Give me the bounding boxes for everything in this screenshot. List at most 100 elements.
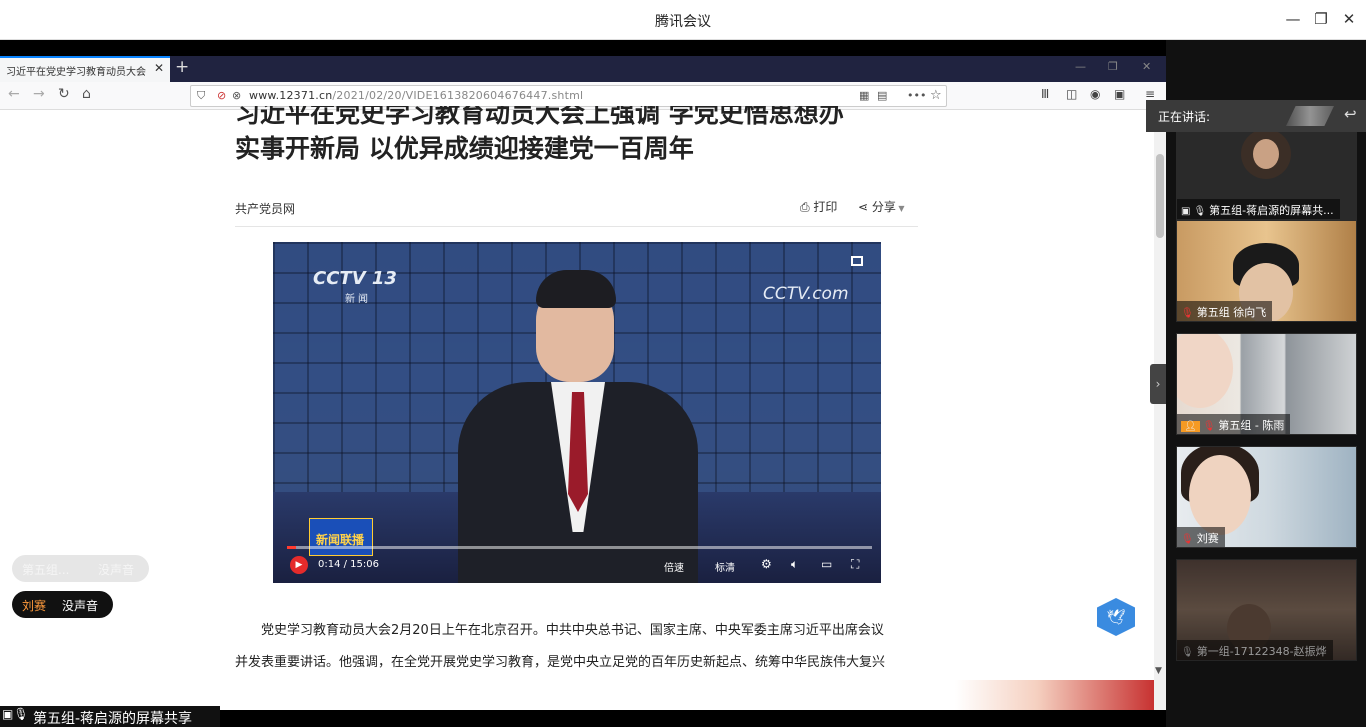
participant-tile-2[interactable]: 🎙︎ 第五组 徐向飞 [1176,220,1357,322]
library-icon[interactable]: Ⅲ [1041,87,1049,101]
home-button[interactable]: ⌂ [82,86,91,102]
back-button[interactable]: ← [8,86,20,102]
now-speaking-bar: 正在讲话: ↩ [1146,100,1366,132]
article-source: 共产党员网 [235,202,296,216]
participant-label: 🎙︎ 第五组 徐向飞 [1177,301,1273,321]
participant-face [1177,334,1233,408]
footer-banner [955,680,1160,710]
headline-line-1: 习近平在党史学习教育动员大会上强调 学党史悟思想办 [235,106,844,128]
volume-icon[interactable]: 🔈︎ [791,557,798,572]
url-text[interactable]: www.12371.cn/2021/02/20/VIDE161382060467… [249,89,583,102]
mic-muted-icon: 🎙︎ [1181,308,1194,319]
article-paragraph-line-1: 党史学习教育动员大会2月20日上午在北京召开。中共中央总书记、国家主席、中央军委… [261,623,884,638]
faded-speaker-state: 没声音 [98,563,135,577]
browser-maximize-button[interactable]: ❐ [1108,60,1118,73]
page-actions-icon[interactable]: ••• [907,89,926,102]
url-path: /2021/02/20/VIDE1613820604676447.shtml [332,89,584,102]
print-label: 打印 [813,200,838,214]
mic-muted-icon: 🎙︎ [1181,534,1194,545]
microphone-icon: 🎙︎ [1193,206,1207,217]
cctv13-logo: CCTV 13 [313,268,397,289]
meta-divider [235,226,918,227]
participant-face [1253,139,1279,169]
reload-button[interactable]: ↻ [58,86,70,102]
article-paragraph-line-2: 并发表重要讲话。他强调，在全党开展党史学习教育，是党中央立足党的百年历史新起点、… [235,655,886,670]
video-progress-bar[interactable] [287,546,872,549]
minimize-button[interactable]: — [1283,10,1303,28]
tab-title: 习近平在党史学习教育动员大会上强调 学党史悟思想办实事开新局 [6,67,146,78]
new-tab-button[interactable]: + [175,57,189,77]
return-icon[interactable]: ↩ [1344,105,1357,123]
speed-button[interactable]: 倍速 [664,559,684,574]
headline-line-2: 实事开新局 以优异成绩迎接建党一百周年 [235,134,694,163]
speaker-name: 刘赛 [22,599,47,613]
sidebar-icon[interactable]: ◫ [1066,87,1077,101]
close-button[interactable]: ✕ [1339,10,1359,28]
picture-in-picture-icon[interactable] [851,256,863,266]
participant-tile-3[interactable]: 👤︎ 🎙︎ 第五组 - 陈雨 [1176,333,1357,435]
shared-screen-browser: 习近平在党史学习教育动员大会上强调 学党史悟思想办实事开新局 ✕ + — ❐ ✕… [0,56,1166,710]
settings-icon[interactable]: ⚙ [761,557,772,571]
menu-icon[interactable]: ≡ [1145,87,1155,101]
maximize-button[interactable]: ❐ [1311,10,1331,28]
tab-close-icon[interactable]: ✕ [154,61,164,75]
browser-minimize-button[interactable]: — [1075,60,1086,73]
faded-speaker-name: 第五组... [22,563,70,577]
bookmark-star-icon[interactable]: ☆ [930,88,942,103]
extension-icon[interactable]: ▣ [1114,87,1125,101]
video-time: 0:14 / 15:06 [318,559,380,570]
url-bar[interactable]: ⛉ ⊘ ⊗ www.12371.cn/2021/02/20/VIDE161382… [190,85,947,107]
mic-muted-icon: 🎙︎ [1181,647,1194,658]
page-scrollbar[interactable]: ▼ [1154,110,1166,710]
article-headline: 习近平在党史学习教育动员大会上强调 学党史悟思想办 实事开新局 以优异成绩迎接建… [235,106,925,168]
xwlb-logo: 新闻联播 [309,518,373,556]
participant-name: 第五组 - 陈雨 [1218,419,1285,432]
share-label: 分享 [871,200,896,214]
printer-icon: ⎙ [800,200,814,214]
participant-name: 第一组-17122348-赵振烨 [1196,645,1327,658]
video-player[interactable]: CCTV 13 新闻 CCTV.com 新闻联播 ▶ 0:14 / 15:06 … [273,242,881,583]
participant-tile-1[interactable]: ▣ 🎙︎ 第五组-蒋启源的屏幕共... [1176,118,1357,220]
participant-name: 刘赛 [1196,532,1219,545]
share-button[interactable]: ⋖ 分享 ▼ [858,198,905,215]
widescreen-icon[interactable]: ▭ [821,557,832,571]
scroll-down-icon[interactable]: ▼ [1155,666,1162,676]
screen-share-caption-text: 第五组-蒋启源的屏幕共享 [33,711,193,727]
permissions-icon[interactable]: ⊗ [232,89,241,102]
participant-label: 🎙︎ 刘赛 [1177,527,1225,547]
scrollbar-thumb[interactable] [1156,154,1164,238]
browser-close-button[interactable]: ✕ [1142,60,1151,73]
speaker-indicator-faded: 第五组... 没声音 [12,555,149,582]
mic-muted-icon: 🎙︎ [1202,421,1216,432]
now-speaking-label: 正在讲话: [1158,110,1211,124]
fullscreen-icon[interactable]: ⛶ [851,557,859,572]
quality-button[interactable]: 标清 [715,559,735,574]
tencent-meeting-window: 腾讯会议 — ❐ ✕ 习近平在党史学习教育动员大会上强调 学党史悟思想办实事开新… [0,0,1366,727]
browser-tab[interactable]: 习近平在党史学习教育动员大会上强调 学党史悟思想办实事开新局 ✕ [0,56,170,82]
screen-share-icon: ▣🎙︎ [2,707,29,721]
participant-label: ▣ 🎙︎ 第五组-蒋启源的屏幕共... [1177,199,1340,219]
reader-view-icon[interactable]: ▤ [877,89,887,102]
play-icon[interactable]: ▶ [290,556,308,574]
qr-code-icon[interactable]: ▦ [859,89,869,102]
print-button[interactable]: ⎙ 打印 [800,198,837,215]
shield-icon[interactable]: ⛉ [197,89,205,103]
anchor-hair [536,270,616,308]
host-icon: 👤︎ [1181,421,1200,432]
web-page: 习近平在党史学习教育动员大会上强调 学党史悟思想办 实事开新局 以优异成绩迎接建… [0,106,1166,710]
floating-bird-icon[interactable]: 🕊︎ [1097,598,1135,636]
meeting-title: 腾讯会议 [655,14,711,30]
video-progress-fill [287,546,296,549]
panel-collapse-handle[interactable]: › [1150,364,1166,404]
participant-tile-5[interactable]: 🎙︎ 第一组-17122348-赵振烨 [1176,559,1357,661]
chevron-down-icon: ▼ [895,204,905,213]
account-icon[interactable]: ◉ [1090,87,1100,101]
speaking-avatars [1286,106,1334,126]
participant-tile-4[interactable]: 🎙︎ 刘赛 [1176,446,1357,548]
forward-button[interactable]: → [33,86,45,102]
participant-label: 🎙︎ 第一组-17122348-赵振烨 [1177,640,1333,660]
screen-share-caption: ▣🎙︎ 第五组-蒋启源的屏幕共享 [0,706,220,727]
tracking-blocked-icon[interactable]: ⊘ [217,89,226,102]
speaker-state: 没声音 [62,599,99,613]
share-icon: ⋖ [858,200,872,214]
